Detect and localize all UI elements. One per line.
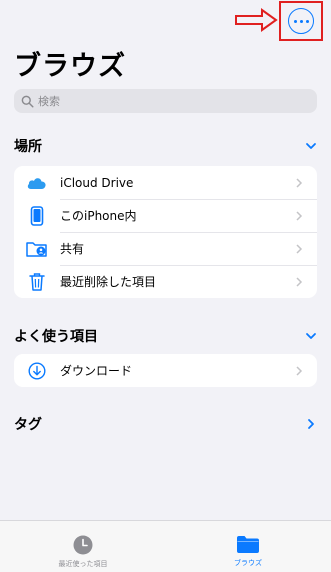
chevron-right-icon <box>296 276 303 287</box>
tab-browse[interactable]: ブラウズ <box>203 535 293 571</box>
list-item-label: ダウンロード <box>60 364 133 378</box>
tab-bar: 最近使った項目 ブラウズ <box>0 520 331 572</box>
favorites-header[interactable]: よく使う項目 <box>14 325 317 347</box>
favorites-list: ダウンロード <box>14 354 317 387</box>
list-item-label: このiPhone内 <box>60 209 137 223</box>
chevron-right-icon <box>296 365 303 376</box>
list-item-downloads[interactable]: ダウンロード <box>14 354 317 387</box>
locations-header[interactable]: 場所 <box>14 135 317 157</box>
page-title: ブラウズ <box>14 51 126 82</box>
search-input[interactable] <box>38 94 298 108</box>
chevron-right-icon <box>296 210 303 221</box>
download-icon <box>26 360 48 382</box>
chevron-right-icon <box>296 243 303 254</box>
chevron-right-icon[interactable] <box>305 418 317 430</box>
tab-label: ブラウズ <box>234 559 262 567</box>
section-title: 場所 <box>14 139 42 155</box>
locations-list: iCloud Drive このiPhone内 共有 最近削除した項目 <box>14 166 317 298</box>
folder-icon <box>237 536 259 553</box>
list-item-label: 最近削除した項目 <box>60 275 157 289</box>
list-item-label: iCloud Drive <box>60 175 134 190</box>
section-title: よく使う項目 <box>14 329 98 345</box>
top-bar <box>0 0 331 44</box>
shared-folder-icon <box>26 238 48 260</box>
list-item-on-my-iphone[interactable]: このiPhone内 <box>14 199 317 232</box>
chevron-down-icon[interactable] <box>305 330 317 342</box>
tab-recents[interactable]: 最近使った項目 <box>38 535 128 571</box>
tags-header[interactable]: タグ <box>14 413 317 435</box>
tab-label: 最近使った項目 <box>58 560 108 568</box>
list-item-label: 共有 <box>60 242 85 256</box>
clock-icon <box>73 535 93 555</box>
search-icon <box>21 95 34 108</box>
iphone-icon <box>26 205 48 227</box>
annotation-arrow-icon <box>235 8 278 32</box>
chevron-right-icon <box>296 177 303 188</box>
trash-icon <box>26 271 48 293</box>
icloud-icon <box>26 172 48 194</box>
list-item-recently-deleted[interactable]: 最近削除した項目 <box>14 265 317 298</box>
search-bar[interactable] <box>14 89 317 113</box>
ellipsis-circle-icon[interactable] <box>288 8 314 34</box>
chevron-down-icon[interactable] <box>305 140 317 152</box>
list-item-icloud-drive[interactable]: iCloud Drive <box>14 166 317 199</box>
list-item-shared[interactable]: 共有 <box>14 232 317 265</box>
section-title: タグ <box>14 417 42 433</box>
